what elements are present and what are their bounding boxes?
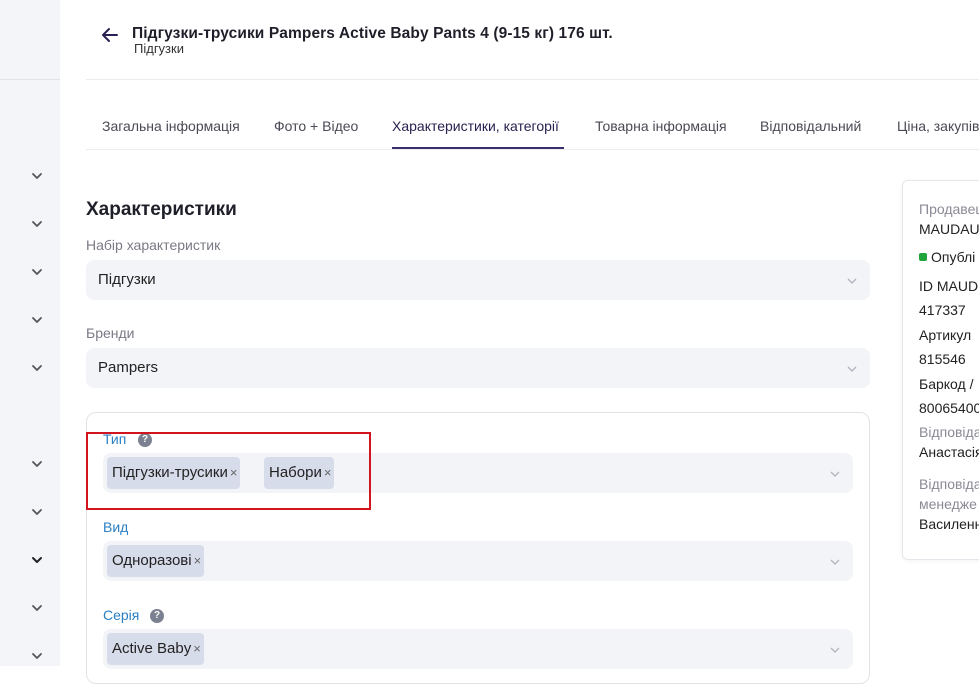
manager-label: Відповіда <box>919 476 979 492</box>
chip-label: Одноразові <box>112 552 192 569</box>
active-tab-indicator <box>392 147 564 149</box>
chevron-down-icon[interactable] <box>30 313 44 327</box>
chevron-down-icon <box>829 467 841 485</box>
chevron-down-icon <box>829 555 841 573</box>
question-circle-icon[interactable]: ? <box>150 609 164 623</box>
id-value: 417337 <box>919 302 966 318</box>
barcode-value: 80065400 <box>919 400 979 416</box>
chevron-down-icon[interactable] <box>30 169 44 183</box>
select-value: Підгузки <box>98 271 156 288</box>
chevron-down-icon[interactable] <box>30 505 44 519</box>
chevron-down-icon[interactable] <box>30 217 44 231</box>
page-title: Підгузки-трусики Pampers Active Baby Pan… <box>132 25 613 42</box>
section-title: Характеристики <box>86 199 237 220</box>
field-label-brands: Бренди <box>86 325 135 341</box>
chevron-down-icon[interactable] <box>30 553 44 567</box>
remove-chip-icon[interactable]: × <box>324 457 335 489</box>
status-dot <box>919 253 927 261</box>
chip: Підгузки-трусики × <box>107 457 241 489</box>
characteristics-set-select[interactable]: Підгузки <box>86 260 870 300</box>
field-label-type: Тип <box>103 431 127 447</box>
responsible-value: Анастасія <box>919 444 979 460</box>
series-multiselect[interactable]: Active Baby × <box>103 629 853 669</box>
question-circle-icon[interactable]: ? <box>138 433 152 447</box>
chevron-down-icon <box>846 274 858 292</box>
chevron-down-icon[interactable] <box>30 649 44 663</box>
tab-product-info[interactable]: Товарна інформація <box>595 118 727 134</box>
chip: Одноразові × <box>107 545 205 577</box>
seller-value: MAUDAU <box>919 221 979 237</box>
chevron-down-icon[interactable] <box>30 265 44 279</box>
status-text: Опублі <box>931 249 976 265</box>
field-label-set: Набір характеристик <box>86 237 221 253</box>
manager-label-2: менедже <box>919 496 977 512</box>
tab-characteristics[interactable]: Характеристики, категорії <box>392 118 559 134</box>
chevron-down-icon[interactable] <box>30 601 44 615</box>
page-subtitle: Підгузки <box>134 41 184 56</box>
select-value: Pampers <box>98 359 159 376</box>
seller-label: Продавец <box>919 201 979 217</box>
remove-chip-icon[interactable]: × <box>194 545 205 577</box>
arrow-left-icon[interactable] <box>100 26 120 44</box>
tab-photo-video[interactable]: Фото + Відео <box>274 118 358 134</box>
kind-multiselect[interactable]: Одноразові × <box>103 541 853 581</box>
tab-general-info[interactable]: Загальна інформація <box>102 118 240 134</box>
id-label: ID MAUD <box>919 278 979 294</box>
tab-bar: Загальна інформація Фото + Відео Характе… <box>86 104 979 150</box>
chip-label: Active Baby <box>112 640 192 657</box>
sidebar <box>0 0 60 666</box>
type-multiselect[interactable]: Підгузки-трусики × Набори × <box>103 453 853 493</box>
manager-value: Василенн <box>919 516 979 532</box>
product-info-panel: Продавец MAUDAU Опублі ID MAUD 417337 Ар… <box>902 180 979 560</box>
field-label-series: Серія <box>103 607 140 623</box>
attributes-card: Тип ? Підгузки-трусики × Набори × Вид Одно… <box>86 412 870 684</box>
chip-label: Підгузки-трусики <box>112 464 228 481</box>
article-value: 815546 <box>919 351 966 367</box>
chevron-down-icon[interactable] <box>30 361 44 375</box>
chevron-down-icon[interactable] <box>30 457 44 471</box>
field-label-kind: Вид <box>103 519 129 535</box>
tab-responsible[interactable]: Відповідальний <box>760 118 861 134</box>
chip: Набори × <box>264 457 335 489</box>
chevron-down-icon <box>829 643 841 661</box>
chevron-down-icon <box>846 362 858 380</box>
remove-chip-icon[interactable]: × <box>193 633 204 665</box>
remove-chip-icon[interactable]: × <box>230 457 241 489</box>
status-badge: Опублі <box>919 249 975 265</box>
chip-label: Набори <box>269 464 322 481</box>
brands-select[interactable]: Pampers <box>86 348 870 388</box>
responsible-label: Відповіда <box>919 424 979 440</box>
page-header: Підгузки-трусики Pampers Active Baby Pan… <box>86 0 979 80</box>
chip: Active Baby × <box>107 633 204 665</box>
tab-price[interactable]: Ціна, закупів <box>897 118 979 134</box>
barcode-label: Баркод / <box>919 376 974 392</box>
sidebar-divider <box>0 79 60 80</box>
article-label: Артикул <box>919 327 972 343</box>
